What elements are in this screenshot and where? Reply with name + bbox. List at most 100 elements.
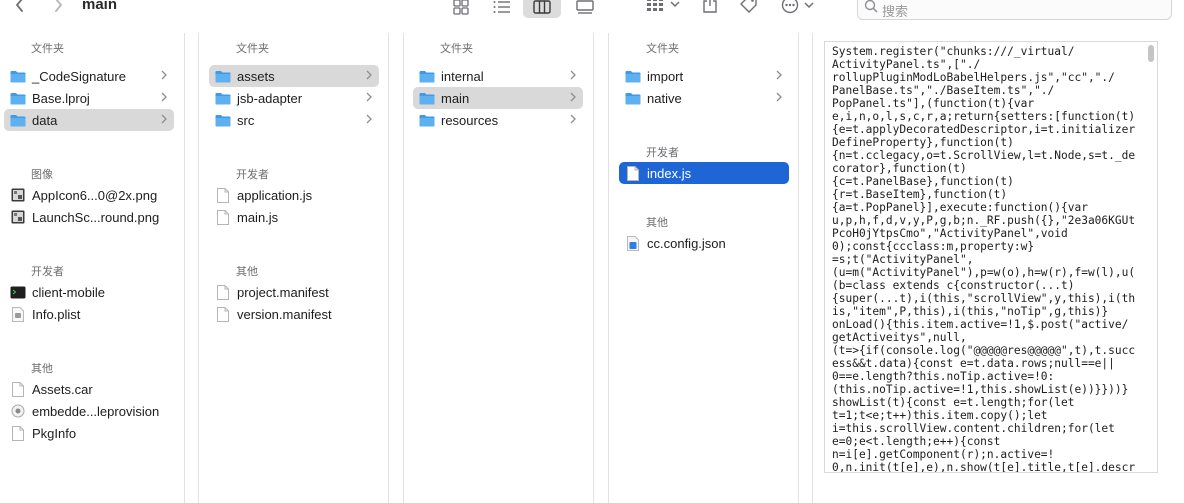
column-divider[interactable] bbox=[388, 33, 389, 503]
terminal-icon bbox=[10, 284, 26, 300]
code-preview-text: System.register("chunks:///_virtual/ Act… bbox=[832, 45, 1136, 473]
js-file-icon bbox=[215, 187, 231, 203]
chevron-right-icon[interactable] bbox=[52, 0, 64, 18]
chevron-right-icon bbox=[160, 69, 168, 84]
folder-icon bbox=[419, 112, 435, 128]
file-item-embedde-leprovision[interactable]: embedde...leprovision bbox=[4, 400, 174, 422]
item-label: version.manifest bbox=[237, 306, 332, 322]
section-header: 文件夹 bbox=[646, 43, 679, 55]
column-divider[interactable] bbox=[608, 33, 609, 503]
window-title: main bbox=[82, 0, 118, 13]
icon-view-icon[interactable] bbox=[442, 0, 480, 18]
chevron-right-icon bbox=[365, 69, 373, 84]
section-header: 其他 bbox=[31, 363, 53, 375]
search-field[interactable]: 搜索 bbox=[857, 0, 1172, 20]
chevron-right-icon bbox=[569, 113, 577, 128]
item-label: AppIcon6...0@2x.png bbox=[32, 187, 158, 203]
file-icon bbox=[215, 284, 231, 300]
file-preview[interactable]: System.register("chunks:///_virtual/ Act… bbox=[824, 41, 1158, 473]
file-item-version-manifest[interactable]: version.manifest bbox=[209, 303, 379, 325]
file-item-index-js[interactable]: index.js bbox=[619, 162, 789, 184]
plist-file-icon bbox=[10, 306, 26, 322]
file-item-pkginfo[interactable]: PkgInfo bbox=[4, 422, 174, 444]
column-divider[interactable] bbox=[184, 33, 185, 503]
file-item-client-mobile[interactable]: client-mobile bbox=[4, 281, 174, 303]
chevron-right-icon bbox=[569, 91, 577, 106]
image-file-icon bbox=[10, 209, 26, 225]
item-label: main.js bbox=[237, 209, 279, 225]
chevron-right-icon bbox=[365, 113, 373, 128]
folder-item-native[interactable]: native bbox=[619, 87, 789, 109]
folder-item-data[interactable]: data bbox=[4, 109, 174, 131]
folder-item-main[interactable]: main bbox=[413, 87, 583, 109]
column-divider[interactable] bbox=[593, 33, 594, 503]
item-label: project.manifest bbox=[237, 284, 329, 300]
more-icon[interactable] bbox=[781, 0, 817, 19]
file-icon bbox=[10, 425, 26, 441]
item-label: PkgInfo bbox=[32, 425, 77, 441]
section-header: 文件夹 bbox=[31, 43, 64, 55]
chevron-right-icon bbox=[775, 69, 783, 84]
js-file-icon bbox=[625, 165, 641, 181]
chevron-left-icon[interactable] bbox=[14, 0, 26, 18]
folder-icon bbox=[419, 68, 435, 84]
folder-icon bbox=[10, 90, 26, 106]
item-label: cc.config.json bbox=[647, 235, 726, 251]
group-icon[interactable] bbox=[646, 0, 682, 17]
item-label: assets bbox=[237, 68, 275, 84]
column-divider[interactable] bbox=[198, 33, 199, 503]
folder-item-import[interactable]: import bbox=[619, 65, 789, 87]
tag-icon[interactable] bbox=[739, 0, 759, 18]
item-label: application.js bbox=[237, 187, 313, 203]
file-item-project-manifest[interactable]: project.manifest bbox=[209, 281, 379, 303]
gallery-view-icon[interactable] bbox=[566, 0, 604, 18]
section-header: 其他 bbox=[646, 217, 668, 229]
chevron-right-icon bbox=[365, 91, 373, 106]
section-header: 图像 bbox=[31, 169, 53, 181]
folder-icon bbox=[215, 112, 231, 128]
chevron-right-icon bbox=[160, 113, 168, 128]
section-header: 开发者 bbox=[646, 147, 679, 159]
provision-file-icon bbox=[10, 403, 26, 419]
item-label: data bbox=[32, 112, 58, 128]
chevron-right-icon bbox=[569, 69, 577, 84]
chevron-right-icon bbox=[775, 91, 783, 106]
js-file-icon bbox=[215, 209, 231, 225]
folder-icon bbox=[625, 68, 641, 84]
folder-icon bbox=[215, 90, 231, 106]
folder-icon bbox=[10, 112, 26, 128]
section-header: 文件夹 bbox=[236, 43, 269, 55]
item-label: Assets.car bbox=[32, 381, 93, 397]
file-item-assets-car[interactable]: Assets.car bbox=[4, 378, 174, 400]
item-label: _CodeSignature bbox=[32, 68, 126, 84]
file-item-application-js[interactable]: application.js bbox=[209, 184, 379, 206]
column-divider[interactable] bbox=[812, 33, 813, 503]
folder-item-assets[interactable]: assets bbox=[209, 65, 379, 87]
folder-item-base-lproj[interactable]: Base.lproj bbox=[4, 87, 174, 109]
item-label: index.js bbox=[647, 165, 692, 181]
column-divider[interactable] bbox=[403, 33, 404, 503]
folder-item-resources[interactable]: resources bbox=[413, 109, 583, 131]
folder-item-codesignature[interactable]: _CodeSignature bbox=[4, 65, 174, 87]
file-item-cc-config-json[interactable]: cc.config.json bbox=[619, 232, 789, 254]
column-divider[interactable] bbox=[798, 33, 799, 503]
chevron-right-icon bbox=[160, 91, 168, 106]
folder-item-src[interactable]: src bbox=[209, 109, 379, 131]
file-item-appicon6-0-2x-png[interactable]: AppIcon6...0@2x.png bbox=[4, 184, 174, 206]
list-view-icon[interactable] bbox=[483, 0, 521, 18]
file-item-main-js[interactable]: main.js bbox=[209, 206, 379, 228]
folder-item-internal[interactable]: internal bbox=[413, 65, 583, 87]
file-item-launchsc-round-png[interactable]: LaunchSc...round.png bbox=[4, 206, 174, 228]
item-label: embedde...leprovision bbox=[32, 403, 160, 419]
item-label: jsb-adapter bbox=[237, 90, 303, 106]
file-item-info-plist[interactable]: Info.plist bbox=[4, 303, 174, 325]
preview-scrollbar[interactable] bbox=[1148, 45, 1154, 62]
folder-icon bbox=[215, 68, 231, 84]
section-header: 开发者 bbox=[31, 266, 64, 278]
toolbar: main 搜索 bbox=[0, 0, 1184, 20]
column-view-icon[interactable] bbox=[523, 0, 561, 18]
folder-item-jsb-adapter[interactable]: jsb-adapter bbox=[209, 87, 379, 109]
share-icon[interactable] bbox=[702, 0, 718, 18]
section-header: 开发者 bbox=[236, 169, 269, 181]
item-label: resources bbox=[441, 112, 499, 128]
